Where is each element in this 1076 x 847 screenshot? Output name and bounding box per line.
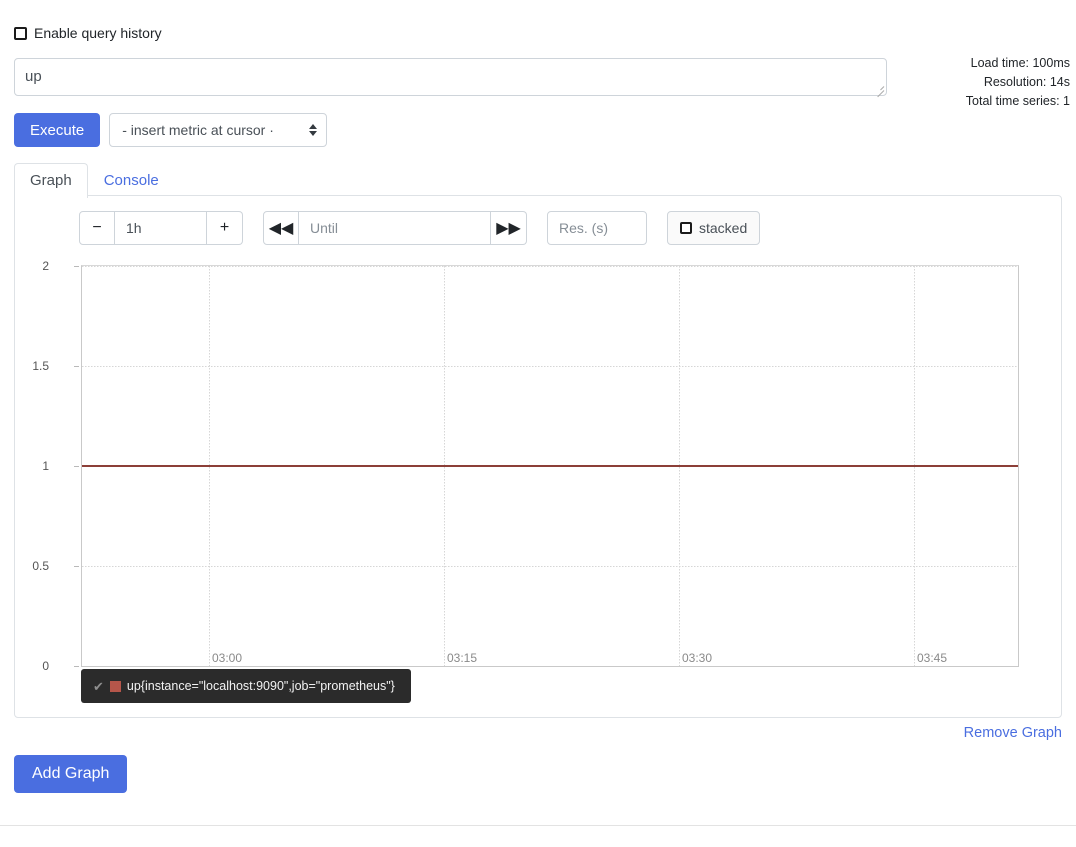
tab-console[interactable]: Console bbox=[88, 163, 175, 198]
y-axis-tick: 0.5 bbox=[32, 559, 49, 573]
x-axis-tick: 03:30 bbox=[682, 651, 713, 665]
enable-query-history-row[interactable]: Enable query history bbox=[14, 26, 162, 40]
y-axis-tick-mark bbox=[74, 566, 79, 567]
until-input[interactable]: Until bbox=[299, 211, 491, 245]
prometheus-expression-browser: Enable query history Load time: 100ms Re… bbox=[0, 0, 1076, 847]
tab-graph[interactable]: Graph bbox=[14, 163, 88, 198]
step-backward-icon[interactable]: ◀◀ bbox=[263, 211, 299, 245]
range-increase-button[interactable]: + bbox=[207, 211, 243, 245]
y-axis-tick: 0 bbox=[42, 659, 49, 673]
graph-plot-area[interactable] bbox=[81, 265, 1019, 667]
stacked-label: stacked bbox=[699, 220, 748, 236]
query-stats: Load time: 100ms Resolution: 14s Total t… bbox=[966, 54, 1070, 111]
insert-metric-select[interactable]: - insert metric at cursor · bbox=[109, 113, 328, 147]
gridline-horizontal bbox=[82, 366, 1018, 367]
range-input[interactable]: 1h bbox=[115, 211, 207, 245]
chevron-updown-icon bbox=[309, 124, 318, 136]
expression-input[interactable] bbox=[14, 58, 887, 96]
range-group: − 1h + bbox=[79, 211, 243, 245]
y-axis-tick: 1.5 bbox=[32, 359, 49, 373]
graph-legend[interactable]: ✔ up{instance="localhost:9090",job="prom… bbox=[81, 669, 411, 703]
enable-query-history-label: Enable query history bbox=[34, 25, 162, 41]
stacked-checkbox[interactable] bbox=[680, 222, 692, 234]
total-time-series-stat: Total time series: 1 bbox=[965, 94, 1070, 108]
resolution-input[interactable]: Res. (s) bbox=[547, 211, 647, 245]
insert-metric-select-label: - insert metric at cursor · bbox=[122, 122, 274, 138]
legend-color-swatch bbox=[109, 680, 121, 692]
legend-series-label: up{instance="localhost:9090",job="promet… bbox=[126, 679, 395, 693]
bottom-divider bbox=[0, 825, 1076, 826]
y-axis-tick-mark bbox=[74, 466, 79, 467]
gridline-horizontal bbox=[82, 266, 1018, 267]
x-axis-tick: 03:15 bbox=[447, 651, 478, 665]
until-group: ◀◀ Until ▶▶ bbox=[263, 211, 527, 245]
range-decrease-button[interactable]: − bbox=[79, 211, 115, 245]
enable-query-history-checkbox[interactable] bbox=[14, 26, 27, 40]
y-axis-tick-mark bbox=[74, 666, 79, 667]
execute-row: Execute - insert metric at cursor · bbox=[14, 113, 328, 147]
resolution-stat: Resolution: 14s bbox=[983, 75, 1070, 89]
series-line-up bbox=[82, 465, 1018, 467]
step-forward-icon[interactable]: ▶▶ bbox=[491, 211, 527, 245]
remove-graph-link[interactable]: Remove Graph bbox=[964, 725, 1062, 741]
graph-panel: − 1h + ◀◀ Until ▶▶ Res. (s) stacked 2 1.… bbox=[14, 195, 1062, 718]
legend-check-icon[interactable]: ✔ bbox=[93, 680, 104, 693]
expression-input-wrapper bbox=[14, 58, 887, 98]
add-graph-button[interactable]: Add Graph bbox=[14, 755, 128, 793]
x-axis-tick: 03:00 bbox=[212, 651, 243, 665]
stacked-toggle[interactable]: stacked bbox=[667, 211, 761, 245]
view-tabs: Graph Console bbox=[14, 163, 175, 198]
load-time-stat: Load time: 100ms bbox=[970, 56, 1070, 70]
y-axis-tick: 2 bbox=[42, 259, 49, 273]
gridline-horizontal bbox=[82, 566, 1018, 567]
y-axis-tick-mark bbox=[74, 366, 79, 367]
graph-controls: − 1h + ◀◀ Until ▶▶ Res. (s) stacked bbox=[79, 211, 761, 245]
y-axis-tick: 1 bbox=[42, 459, 49, 473]
y-axis-tick-mark bbox=[74, 266, 79, 267]
execute-button[interactable]: Execute bbox=[14, 113, 101, 147]
x-axis-tick: 03:45 bbox=[917, 651, 948, 665]
